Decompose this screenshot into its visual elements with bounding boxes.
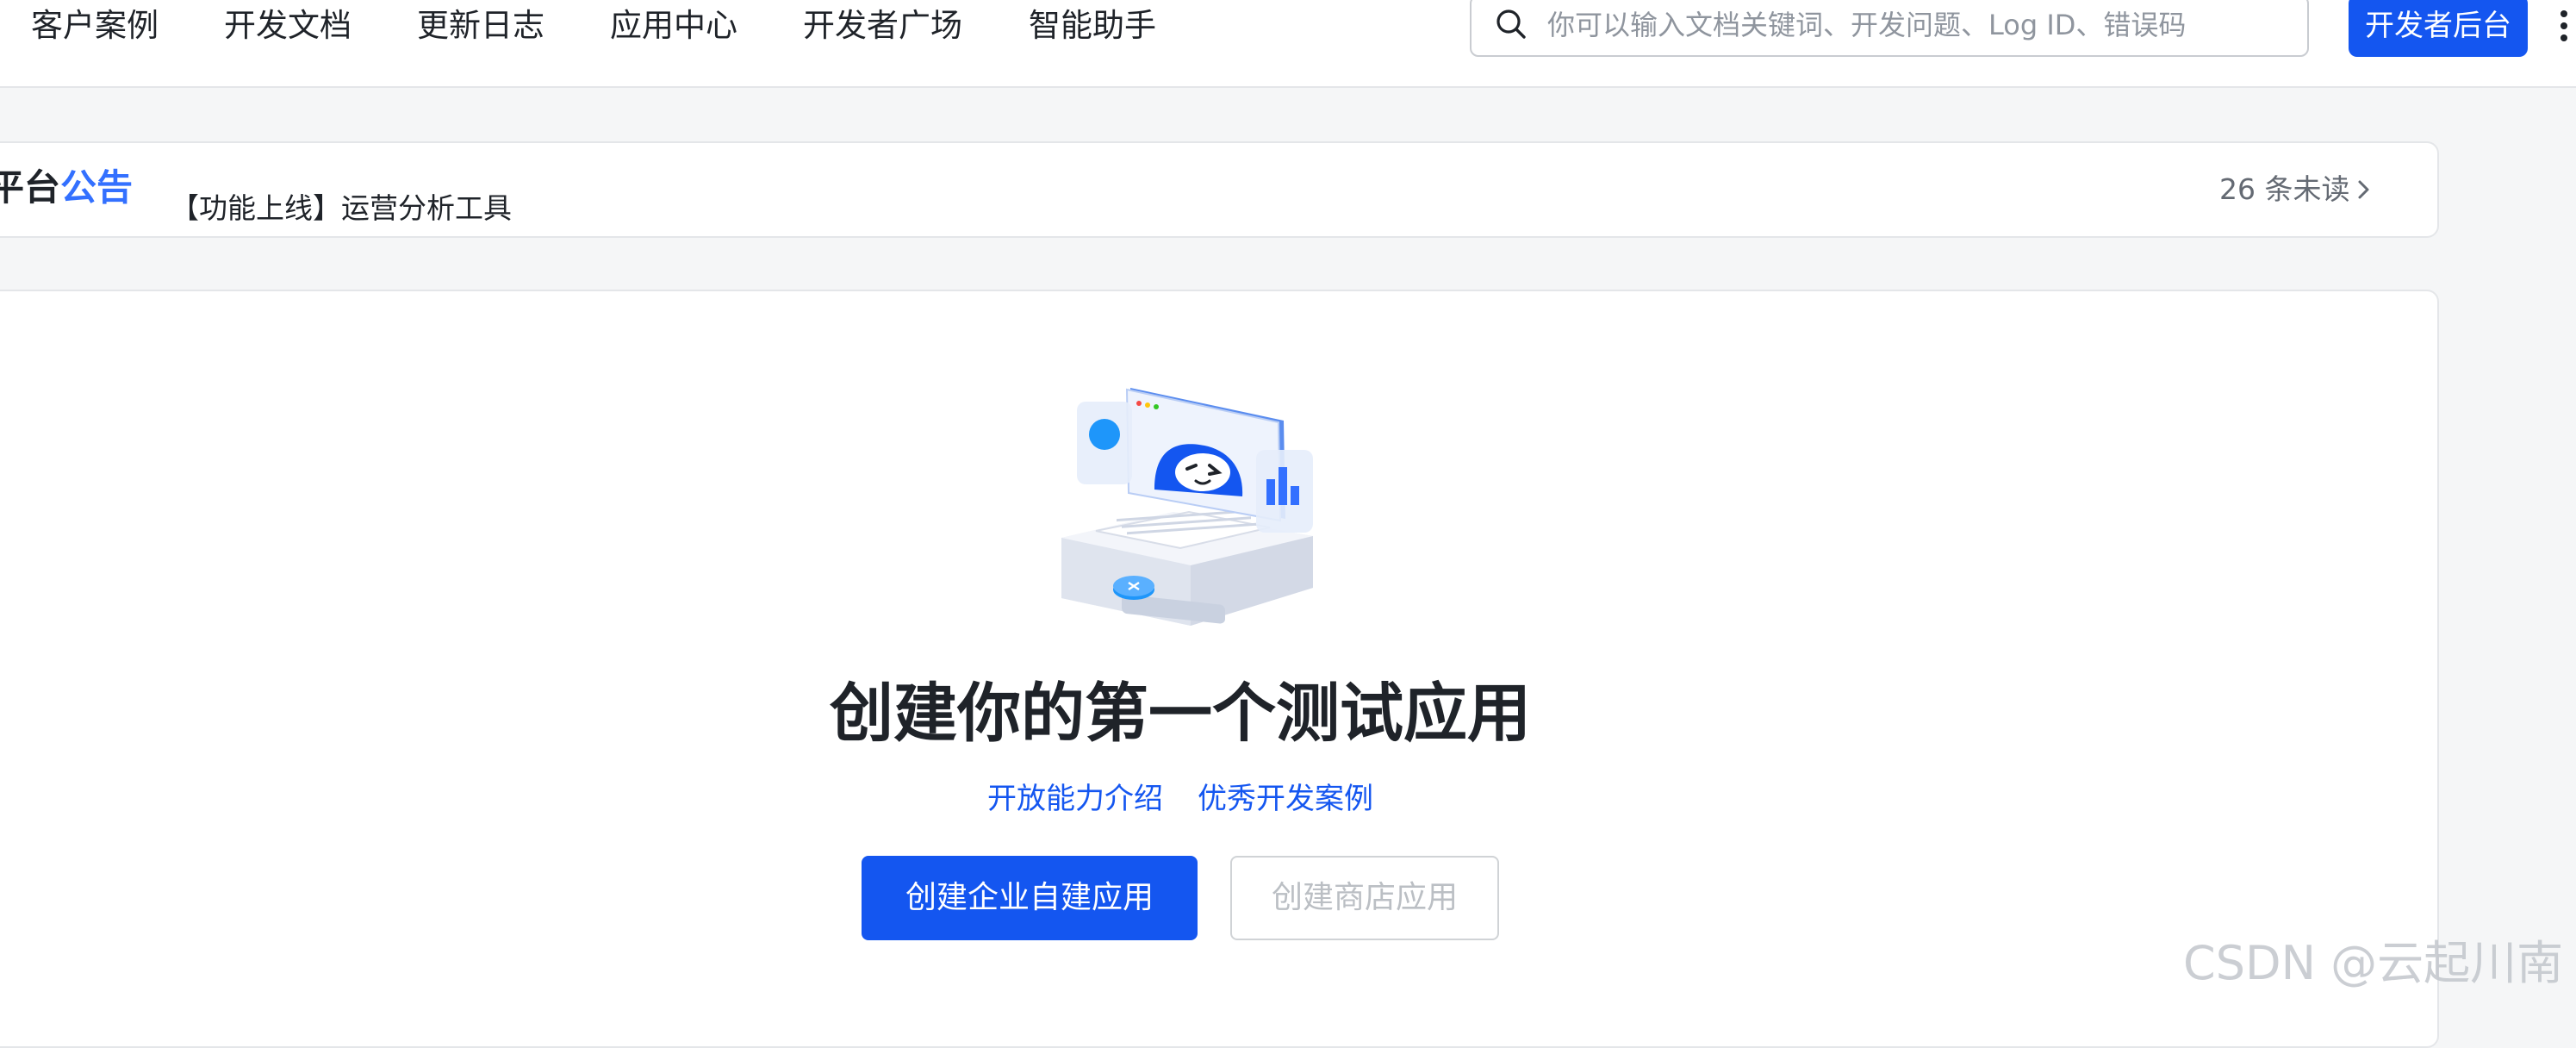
nav-item-customer-cases[interactable]: 客户案例 xyxy=(31,0,159,52)
empty-state-title: 创建你的第一个测试应用 xyxy=(830,677,1531,751)
empty-state-illustration xyxy=(1061,388,1313,626)
nav-item-changelog[interactable]: 更新日志 xyxy=(417,0,544,52)
excellent-cases-link[interactable]: 优秀开发案例 xyxy=(1198,779,1373,819)
developer-console-button[interactable]: 开发者后台 xyxy=(2349,0,2528,57)
create-custom-app-button[interactable]: 创建企业自建应用 xyxy=(862,856,1198,940)
search-input[interactable] xyxy=(1546,2,2290,48)
chevron-right-icon xyxy=(2358,180,2369,199)
announcement-title-highlight: 公告 xyxy=(60,166,134,209)
search-box[interactable] xyxy=(1470,0,2309,57)
nav-item-developer-square[interactable]: 开发者广场 xyxy=(803,0,962,52)
top-navigation-bar: 客户案例 开发文档 更新日志 应用中心 开发者广场 智能助手 开发者后台 xyxy=(0,0,2576,88)
watermark: CSDN @云起川南 xyxy=(2183,936,2564,990)
search-icon xyxy=(1496,9,1526,39)
nav-item-app-center[interactable]: 应用中心 xyxy=(610,0,737,52)
more-vertical-icon[interactable] xyxy=(2555,3,2573,47)
announcement-card: 平台公告 【功能上线】运营分析工具 26 条未读 xyxy=(0,141,2439,238)
nav-item-dev-docs[interactable]: 开发文档 xyxy=(224,0,352,52)
announcement-title-prefix: 平台 xyxy=(0,166,61,209)
announcement-title: 平台公告 xyxy=(0,164,133,212)
unread-count-label: 26 条未读 xyxy=(2219,172,2350,206)
create-store-app-button[interactable]: 创建商店应用 xyxy=(1230,856,1499,940)
nav-item-smart-assistant[interactable]: 智能助手 xyxy=(1029,0,1156,52)
announcement-item[interactable]: 【功能上线】运营分析工具 xyxy=(171,190,512,228)
open-capabilities-link[interactable]: 开放能力介绍 xyxy=(987,779,1163,819)
unread-count-link[interactable]: 26 条未读 xyxy=(2219,171,2374,209)
